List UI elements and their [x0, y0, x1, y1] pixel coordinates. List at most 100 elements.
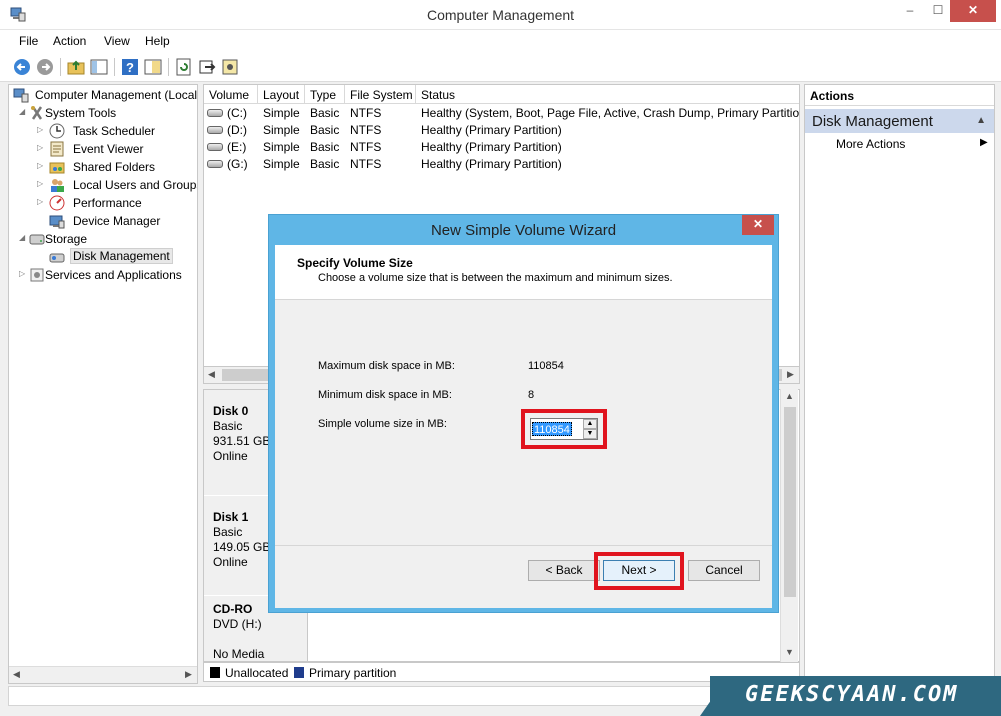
new-simple-volume-wizard: New Simple Volume Wizard ✕ Specify Volum… — [268, 214, 779, 613]
refresh-icon[interactable] — [174, 57, 194, 77]
tree-item-shared-folders[interactable]: ▷ Shared Folders — [37, 158, 197, 176]
volume-file-system: NTFS — [350, 157, 382, 171]
shared-folder-icon — [49, 159, 65, 175]
actions-section-disk-management[interactable]: Disk Management ▲ — [805, 109, 994, 133]
collapse-arrow-icon[interactable]: ▲ — [976, 115, 986, 126]
next-button[interactable]: Next > — [603, 560, 675, 581]
menu-help[interactable]: Help — [145, 34, 170, 48]
clock-icon — [49, 123, 65, 139]
scrollbar-thumb[interactable] — [784, 407, 796, 597]
tree-item-system-tools[interactable]: ◢ System Tools — [19, 104, 197, 122]
tree-item-storage[interactable]: ◢ Storage — [19, 230, 197, 248]
forward-icon[interactable] — [35, 57, 55, 77]
properties-icon[interactable] — [143, 57, 163, 77]
legend-primary-partition: Primary partition — [309, 666, 397, 680]
show-hide-tree-icon[interactable] — [89, 57, 109, 77]
collapsed-arrow-icon[interactable]: ▷ — [37, 179, 45, 188]
storage-icon — [29, 231, 45, 247]
wizard-subheading: Choose a volume size that is between the… — [318, 272, 673, 284]
scroll-left-icon[interactable]: ◀ — [13, 669, 20, 680]
tree-item-disk-management[interactable]: Disk Management — [37, 248, 197, 266]
volume-name: (E:) — [227, 140, 247, 154]
more-actions-item[interactable]: More Actions — [836, 137, 905, 151]
computer-icon — [13, 87, 29, 103]
volume-row[interactable]: (G:) Simple Basic NTFS Healthy (Primary … — [204, 156, 799, 173]
maximize-button[interactable]: ☐ — [924, 0, 952, 22]
volume-layout: Simple — [263, 157, 300, 171]
back-icon[interactable] — [12, 57, 32, 77]
minimize-button[interactable]: ‒ — [896, 0, 924, 22]
volume-name: (G:) — [227, 157, 248, 171]
collapsed-arrow-icon[interactable]: ▷ — [37, 125, 45, 134]
settings-icon[interactable] — [220, 57, 240, 77]
svg-text:?: ? — [126, 60, 134, 75]
tree-item-task-scheduler[interactable]: ▷ Task Scheduler — [37, 122, 197, 140]
disk-management-icon — [49, 249, 65, 265]
volume-file-system: NTFS — [350, 106, 382, 120]
menu-file[interactable]: File — [19, 34, 38, 48]
back-button[interactable]: < Back — [528, 560, 600, 581]
tree-horizontal-scrollbar[interactable]: ◀ ▶ — [9, 666, 197, 683]
collapsed-arrow-icon[interactable]: ▷ — [37, 161, 45, 170]
column-type[interactable]: Type — [305, 85, 345, 104]
watermark-text: GEEKSCYAAN.COM — [745, 682, 959, 707]
volume-type: Basic — [310, 157, 340, 171]
volume-drive-icon — [207, 109, 223, 117]
export-icon[interactable] — [197, 57, 217, 77]
menu-view[interactable]: View — [104, 34, 130, 48]
volume-list-header: Volume Layout Type File System Status — [204, 85, 799, 104]
actions-header: Actions — [805, 85, 994, 106]
min-space-label: Minimum disk space in MB: — [318, 389, 452, 401]
tree-item-performance[interactable]: ▷ Performance — [37, 194, 197, 212]
tree-item-label: Event Viewer — [73, 142, 144, 156]
disk-drive: DVD (H:) — [213, 617, 262, 631]
scroll-down-icon[interactable]: ▼ — [785, 647, 794, 657]
volume-size-input[interactable]: 110854 — [532, 422, 572, 436]
status-field — [8, 686, 738, 706]
column-layout[interactable]: Layout — [258, 85, 305, 104]
max-space-label: Maximum disk space in MB: — [318, 360, 455, 372]
tree-item-event-viewer[interactable]: ▷ Event Viewer — [37, 140, 197, 158]
volume-row[interactable]: (C:) Simple Basic NTFS Healthy (System, … — [204, 105, 799, 122]
spin-down-icon[interactable]: ▼ — [583, 429, 597, 439]
collapsed-arrow-icon[interactable]: ▷ — [19, 269, 27, 278]
scroll-right-icon[interactable]: ▶ — [185, 669, 192, 680]
volume-row[interactable]: (E:) Simple Basic NTFS Healthy (Primary … — [204, 139, 799, 156]
column-file-system[interactable]: File System — [345, 85, 416, 104]
tree-item-label: Shared Folders — [73, 160, 156, 174]
scroll-left-icon[interactable]: ◀ — [208, 369, 215, 380]
toolbar-separator — [60, 58, 61, 76]
help-icon[interactable]: ? — [120, 57, 140, 77]
wizard-close-button[interactable]: ✕ — [742, 215, 774, 235]
wizard-header: Specify Volume Size Choose a volume size… — [275, 245, 772, 300]
volume-layout: Simple — [263, 106, 300, 120]
services-icon — [29, 267, 45, 283]
scroll-up-icon[interactable]: ▲ — [785, 391, 794, 401]
menu-bar: File Action View Help — [0, 30, 1001, 52]
title-bar: Computer Management ‒ ☐ ✕ — [0, 0, 1001, 30]
collapsed-arrow-icon[interactable]: ▷ — [37, 197, 45, 206]
volume-size-spinner[interactable]: 110854 ▲ ▼ — [530, 418, 598, 440]
tree-item-label: System Tools — [45, 106, 117, 120]
column-volume[interactable]: Volume — [204, 85, 258, 104]
disk-view-vertical-scrollbar[interactable]: ▲ ▼ — [780, 389, 798, 662]
primary-partition-swatch — [294, 667, 304, 678]
expanded-arrow-icon[interactable]: ◢ — [19, 233, 27, 242]
tree-item-services-and-applications[interactable]: ▷ Services and Applications — [19, 266, 197, 284]
column-status[interactable]: Status — [416, 85, 799, 104]
volume-row[interactable]: (D:) Simple Basic NTFS Healthy (Primary … — [204, 122, 799, 139]
cancel-button[interactable]: Cancel — [688, 560, 760, 581]
expanded-arrow-icon[interactable]: ◢ — [19, 107, 27, 116]
tree-item-device-manager[interactable]: Device Manager — [37, 212, 197, 230]
close-button[interactable]: ✕ — [950, 0, 996, 22]
tree-item-label: Storage — [45, 232, 88, 246]
actions-pane: Actions Disk Management ▲ More Actions ▶ — [804, 84, 995, 684]
tree-item-local-users-and-groups[interactable]: ▷ Local Users and Groups — [37, 176, 197, 194]
menu-action[interactable]: Action — [53, 34, 86, 48]
tree-item-computer-management[interactable]: Computer Management (Local — [13, 86, 197, 104]
scroll-right-icon[interactable]: ▶ — [787, 369, 794, 380]
spin-up-icon[interactable]: ▲ — [583, 419, 597, 429]
volume-status: Healthy (Primary Partition) — [421, 123, 562, 137]
up-folder-icon[interactable] — [66, 57, 86, 77]
collapsed-arrow-icon[interactable]: ▷ — [37, 143, 45, 152]
